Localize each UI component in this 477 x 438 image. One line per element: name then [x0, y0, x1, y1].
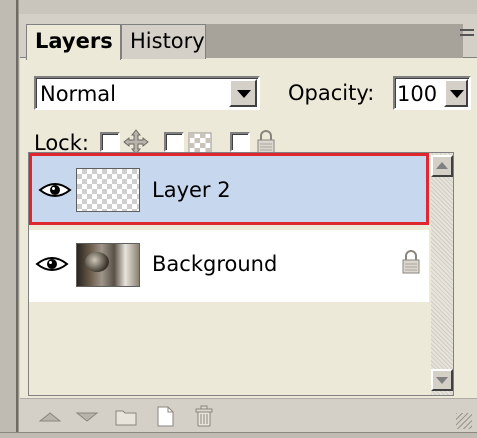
move-layer-down-icon[interactable] [75, 405, 99, 427]
lock-all-checkbox[interactable] [230, 132, 250, 152]
tab-layers[interactable]: Layers [26, 24, 121, 60]
opacity-value: 100 [397, 82, 438, 106]
new-layer-set-icon[interactable] [114, 405, 138, 427]
scroll-up-icon[interactable] [431, 155, 453, 177]
tab-history[interactable]: History [121, 24, 206, 59]
chevron-down-icon[interactable] [444, 79, 468, 107]
layer-row-background[interactable]: Background [29, 230, 429, 302]
palette-tab-bar: Layers History [20, 14, 477, 60]
panel-menu-icon[interactable] [457, 26, 477, 48]
window-top-edge [0, 0, 477, 14]
layer-thumbnail [76, 168, 140, 212]
layers-list: Layer 2 Background [28, 152, 454, 396]
palette-footer [20, 398, 477, 432]
chevron-down-icon[interactable] [229, 79, 257, 107]
lock-icon [402, 250, 420, 274]
opacity-field[interactable]: 100 [393, 76, 471, 110]
layer-thumbnail [76, 243, 140, 287]
lock-transparency-checkbox[interactable] [164, 132, 184, 152]
lock-position-checkbox[interactable] [100, 132, 120, 152]
layers-scrollbar[interactable] [431, 153, 453, 395]
eye-icon[interactable] [38, 180, 72, 200]
new-layer-icon[interactable] [153, 405, 177, 427]
resize-grip-icon[interactable] [456, 413, 472, 429]
layers-palette: Layers History Normal Opacity: 100 Lock: [20, 14, 477, 432]
layer-name[interactable]: Layer 2 [152, 176, 231, 204]
delete-layer-icon[interactable] [192, 405, 216, 427]
scroll-down-icon[interactable] [431, 369, 453, 391]
move-layer-up-icon[interactable] [38, 405, 62, 427]
eye-icon[interactable] [35, 254, 69, 274]
tab-strip-background [205, 24, 463, 58]
layer-name[interactable]: Background [152, 250, 277, 278]
opacity-label: Opacity: [288, 81, 375, 105]
blend-mode-value: Normal [40, 82, 116, 106]
window-bottom-edge [0, 432, 477, 438]
window-left-edge [0, 0, 19, 438]
blend-mode-select[interactable]: Normal [34, 76, 260, 110]
layer-row-layer-2[interactable]: Layer 2 [29, 153, 429, 225]
